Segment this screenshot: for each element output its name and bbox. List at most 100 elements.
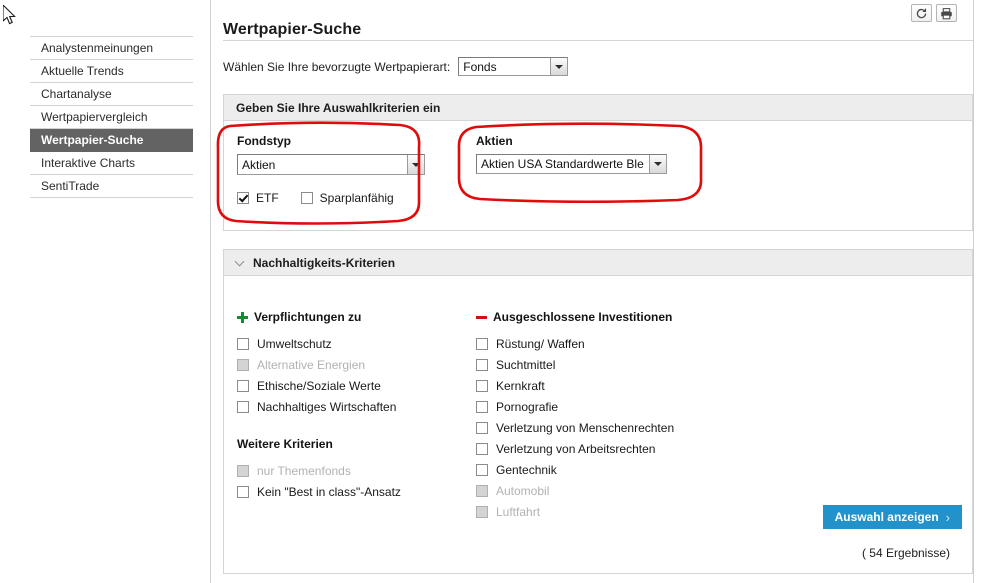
checkbox-label: Ethische/Soziale Werte (257, 378, 381, 393)
sidebar-item-label: Wertpapier-Suche (41, 133, 144, 147)
fondstyp-select[interactable]: Aktien (237, 154, 425, 175)
commitments-column: Verpflichtungen zu Umweltschutz Alternat… (237, 310, 477, 502)
sidebar-item-label: Analystenmeinungen (41, 41, 154, 55)
show-selection-button[interactable]: Auswahl anzeigen › (822, 505, 962, 529)
chevron-down-icon (649, 155, 666, 173)
checkbox-label: Pornografie (496, 399, 559, 414)
sparplanfaehig-checkbox[interactable]: Sparplanfähig (300, 191, 394, 205)
checkbox-label: Verletzung von Menschenrechten (496, 420, 675, 435)
print-button[interactable] (936, 4, 957, 22)
sidebar-item-chartanalyse[interactable]: Chartanalyse (30, 83, 193, 106)
chevron-down-icon (550, 58, 568, 75)
sidebar-item-analystenmeinungen[interactable]: Analystenmeinungen (30, 37, 193, 60)
page-title: Wertpapier-Suche (223, 20, 362, 38)
aktien-value: Aktien USA Standardwerte Ble (481, 157, 644, 171)
checkbox-gentechnik[interactable]: Gentechnik (476, 459, 896, 480)
title-divider (223, 40, 973, 41)
checkbox-label: nur Themenfonds (257, 463, 351, 478)
criteria-panel-title: Geben Sie Ihre Auswahlkriterien ein (236, 100, 441, 115)
checkbox-alternative-energien: Alternative Energien (237, 354, 477, 375)
checkbox-box (476, 337, 488, 350)
sidebar-item-sentitrade[interactable]: SentiTrade (30, 175, 193, 198)
sustainability-panel-body: Verpflichtungen zu Umweltschutz Alternat… (224, 276, 972, 573)
checkbox-box (237, 192, 249, 204)
checkbox-box (476, 358, 488, 371)
sidebar-item-interaktive-charts[interactable]: Interaktive Charts (30, 152, 193, 175)
further-criteria-heading: Weitere Kriterien (237, 437, 333, 451)
checkbox-label: Rüstung/ Waffen (496, 336, 585, 351)
checkbox-label: Nachhaltiges Wirtschaften (257, 399, 397, 414)
checkbox-pornografie[interactable]: Pornografie (476, 396, 896, 417)
security-type-value: Fonds (463, 59, 497, 74)
checkbox-box (476, 379, 488, 392)
exclusions-heading-label: Ausgeschlossene Investitionen (493, 310, 673, 324)
minus-icon (476, 312, 487, 323)
checkbox-nur-themenfonds: nur Themenfonds (237, 460, 477, 481)
checkbox-label: Kein "Best in class"-Ansatz (257, 484, 401, 499)
checkbox-box (476, 505, 488, 518)
checkbox-box (476, 421, 488, 434)
plus-icon (237, 311, 248, 323)
checkbox-verletzung-arbeitsrechte[interactable]: Verletzung von Arbeitsrechten (476, 438, 896, 459)
checkbox-box (476, 442, 488, 455)
checkbox-label: Kernkraft (496, 378, 545, 393)
exclusions-heading: Ausgeschlossene Investitionen (476, 310, 896, 324)
checkbox-box (300, 192, 313, 204)
fondstyp-group: Fondstyp Aktien ETF Sparplanfähig (237, 134, 425, 205)
sustainability-panel-title: Nachhaltigkeits-Kriterien (253, 255, 396, 270)
checkbox-box (237, 485, 249, 498)
checkbox-box (237, 337, 249, 350)
main-content: Wertpapier-Suche Wählen Sie Ihre bevorzu… (211, 0, 974, 583)
sidebar-item-label: Chartanalyse (41, 87, 112, 101)
checkbox-nachhaltiges-wirtschaften[interactable]: Nachhaltiges Wirtschaften (237, 396, 477, 417)
checkbox-verletzung-menschenrechte[interactable]: Verletzung von Menschenrechten (476, 417, 896, 438)
sustainability-panel-header[interactable]: Nachhaltigkeits-Kriterien (224, 250, 972, 276)
sidebar-item-aktuelle-trends[interactable]: Aktuelle Trends (30, 60, 193, 83)
checkbox-label: Automobil (496, 483, 550, 498)
sidebar-item-wertpapier-suche[interactable]: Wertpapier-Suche (30, 129, 193, 152)
checkbox-box (476, 484, 488, 497)
sidebar-item-label: SentiTrade (41, 179, 100, 193)
security-type-label: Wählen Sie Ihre bevorzugte Wertpapierart… (223, 59, 451, 74)
checkbox-label: Alternative Energien (257, 357, 366, 372)
checkbox-box (237, 358, 249, 371)
checkbox-ruestung-waffen[interactable]: Rüstung/ Waffen (476, 333, 896, 354)
fondstyp-label: Fondstyp (237, 134, 291, 148)
checkbox-box (476, 463, 488, 476)
security-type-row: Wählen Sie Ihre bevorzugte Wertpapierart… (223, 57, 569, 76)
sidebar-nav: Analystenmeinungen Aktuelle Trends Chart… (30, 36, 193, 198)
exclusions-column: Ausgeschlossene Investitionen Rüstung/ W… (476, 310, 896, 522)
criteria-panel: Geben Sie Ihre Auswahlkriterien ein Fond… (223, 94, 973, 231)
checkbox-umweltschutz[interactable]: Umweltschutz (237, 333, 477, 354)
checkbox-box (237, 400, 249, 413)
checkbox-label: Suchtmittel (496, 357, 556, 372)
print-icon (941, 7, 952, 19)
etf-checkbox[interactable]: ETF (237, 191, 279, 205)
sidebar-item-wertpapiervergleich[interactable]: Wertpapiervergleich (30, 106, 193, 129)
aktien-select[interactable]: Aktien USA Standardwerte Ble (476, 154, 667, 174)
aktien-group: Aktien Aktien USA Standardwerte Ble (476, 134, 667, 174)
security-type-select[interactable]: Fonds (458, 57, 569, 76)
chevron-down-icon (407, 155, 424, 174)
checkbox-label: Gentechnik (496, 462, 557, 477)
checkbox-ethische-soziale-werte[interactable]: Ethische/Soziale Werte (237, 375, 477, 396)
checkbox-kernkraft[interactable]: Kernkraft (476, 375, 896, 396)
fondstyp-value: Aktien (242, 157, 276, 172)
checkbox-kein-best-in-class-ansatz[interactable]: Kein "Best in class"-Ansatz (237, 481, 477, 502)
checkbox-label: Umweltschutz (257, 336, 332, 351)
refresh-button[interactable] (911, 4, 932, 22)
sidebar: Analystenmeinungen Aktuelle Trends Chart… (0, 0, 211, 583)
sparplanfaehig-label: Sparplanfähig (319, 191, 394, 205)
criteria-panel-body: Fondstyp Aktien ETF Sparplanfähig Aktien… (224, 121, 972, 231)
refresh-icon (916, 7, 927, 18)
sustainability-panel: Nachhaltigkeits-Kriterien Verpflichtunge… (223, 249, 973, 574)
checkbox-label: Verletzung von Arbeitsrechten (496, 441, 656, 456)
sidebar-item-label: Interaktive Charts (41, 156, 136, 170)
chevron-down-icon (236, 258, 245, 267)
result-count: ( 54 Ergebnisse) (861, 546, 950, 560)
checkbox-suchtmittel[interactable]: Suchtmittel (476, 354, 896, 375)
sidebar-item-label: Wertpapiervergleich (41, 110, 148, 124)
checkbox-automobil: Automobil (476, 480, 896, 501)
criteria-panel-header: Geben Sie Ihre Auswahlkriterien ein (224, 95, 972, 121)
aktien-label: Aktien (476, 134, 513, 148)
